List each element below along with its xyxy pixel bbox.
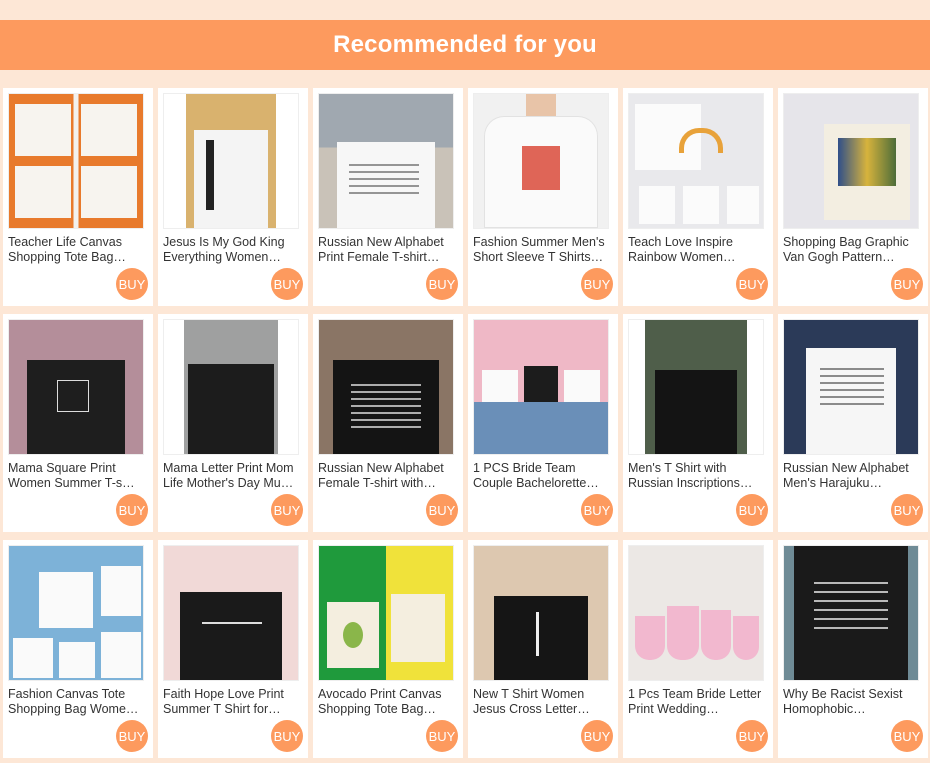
product-title[interactable]: Fashion Canvas Tote Shopping Bag Wome… — [8, 687, 146, 717]
buy-button[interactable]: BUY — [271, 720, 303, 752]
section-title: Recommended for you — [333, 31, 597, 58]
product-title[interactable]: Jesus Is My God King Everything Women… — [163, 235, 301, 265]
product-image[interactable] — [318, 319, 454, 455]
product-title[interactable]: New T Shirt Women Jesus Cross Letter… — [473, 687, 611, 717]
product-card[interactable]: Faith Hope Love Print Summer T Shirt for… — [158, 540, 308, 758]
product-title[interactable]: Teacher Life Canvas Shopping Tote Bag… — [8, 235, 146, 265]
top-strip — [0, 0, 930, 20]
buy-button[interactable]: BUY — [736, 720, 768, 752]
product-image[interactable] — [628, 545, 764, 681]
buy-button[interactable]: BUY — [426, 268, 458, 300]
buy-button[interactable]: BUY — [736, 494, 768, 526]
product-card[interactable]: Mama Letter Print Mom Life Mother's Day … — [158, 314, 308, 532]
buy-button[interactable]: BUY — [426, 720, 458, 752]
product-image[interactable] — [318, 545, 454, 681]
buy-button[interactable]: BUY — [581, 494, 613, 526]
product-title[interactable]: Avocado Print Canvas Shopping Tote Bag… — [318, 687, 456, 717]
product-grid: Teacher Life Canvas Shopping Tote Bag… B… — [3, 88, 928, 758]
product-card[interactable]: 1 PCS Bride Team Couple Bachelorette… BU… — [468, 314, 618, 532]
product-title[interactable]: Mama Square Print Women Summer T-s… — [8, 461, 146, 491]
product-title[interactable]: Teach Love Inspire Rainbow Women… — [628, 235, 766, 265]
buy-button[interactable]: BUY — [581, 268, 613, 300]
product-title[interactable]: 1 PCS Bride Team Couple Bachelorette… — [473, 461, 611, 491]
product-card[interactable]: Teach Love Inspire Rainbow Women… BUY — [623, 88, 773, 306]
product-image[interactable] — [163, 93, 299, 229]
product-card[interactable]: Fashion Summer Men's Short Sleeve T Shir… — [468, 88, 618, 306]
product-title[interactable]: Russian New Alphabet Men's Harajuku… — [783, 461, 921, 491]
product-card[interactable]: Avocado Print Canvas Shopping Tote Bag… … — [313, 540, 463, 758]
recommended-banner: Recommended for you — [0, 20, 930, 70]
product-card[interactable]: Russian New Alphabet Print Female T-shir… — [313, 88, 463, 306]
product-card[interactable]: 1 Pcs Team Bride Letter Print Wedding… B… — [623, 540, 773, 758]
buy-button[interactable]: BUY — [271, 494, 303, 526]
product-title[interactable]: Mama Letter Print Mom Life Mother's Day … — [163, 461, 301, 491]
product-image[interactable] — [473, 93, 609, 229]
product-title[interactable]: Faith Hope Love Print Summer T Shirt for… — [163, 687, 301, 717]
product-card[interactable]: Jesus Is My God King Everything Women… B… — [158, 88, 308, 306]
buy-button[interactable]: BUY — [426, 494, 458, 526]
product-title[interactable]: Why Be Racist Sexist Homophobic… — [783, 687, 921, 717]
buy-button[interactable]: BUY — [891, 494, 923, 526]
product-image[interactable] — [628, 319, 764, 455]
product-image[interactable] — [8, 93, 144, 229]
product-card[interactable]: Russian New Alphabet Female T-shirt with… — [313, 314, 463, 532]
buy-button[interactable]: BUY — [891, 268, 923, 300]
product-image[interactable] — [628, 93, 764, 229]
product-card[interactable]: New T Shirt Women Jesus Cross Letter… BU… — [468, 540, 618, 758]
product-image[interactable] — [8, 545, 144, 681]
product-image[interactable] — [783, 93, 919, 229]
product-title[interactable]: Russian New Alphabet Female T-shirt with… — [318, 461, 456, 491]
product-title[interactable]: Fashion Summer Men's Short Sleeve T Shir… — [473, 235, 611, 265]
product-card[interactable]: Why Be Racist Sexist Homophobic… BUY — [778, 540, 928, 758]
buy-button[interactable]: BUY — [116, 494, 148, 526]
buy-button[interactable]: BUY — [891, 720, 923, 752]
product-image[interactable] — [473, 319, 609, 455]
product-card[interactable]: Fashion Canvas Tote Shopping Bag Wome… B… — [3, 540, 153, 758]
product-image[interactable] — [783, 545, 919, 681]
product-card[interactable]: Russian New Alphabet Men's Harajuku… BUY — [778, 314, 928, 532]
product-title[interactable]: 1 Pcs Team Bride Letter Print Wedding… — [628, 687, 766, 717]
buy-button[interactable]: BUY — [116, 268, 148, 300]
product-card[interactable]: Teacher Life Canvas Shopping Tote Bag… B… — [3, 88, 153, 306]
buy-button[interactable]: BUY — [271, 268, 303, 300]
product-title[interactable]: Russian New Alphabet Print Female T-shir… — [318, 235, 456, 265]
buy-button[interactable]: BUY — [581, 720, 613, 752]
product-image[interactable] — [783, 319, 919, 455]
buy-button[interactable]: BUY — [736, 268, 768, 300]
buy-button[interactable]: BUY — [116, 720, 148, 752]
product-image[interactable] — [473, 545, 609, 681]
product-image[interactable] — [318, 93, 454, 229]
product-image[interactable] — [8, 319, 144, 455]
product-image[interactable] — [163, 545, 299, 681]
product-title[interactable]: Shopping Bag Graphic Van Gogh Pattern… — [783, 235, 921, 265]
product-card[interactable]: Men's T Shirt with Russian Inscriptions…… — [623, 314, 773, 532]
product-title[interactable]: Men's T Shirt with Russian Inscriptions… — [628, 461, 766, 491]
product-image[interactable] — [163, 319, 299, 455]
product-card[interactable]: Shopping Bag Graphic Van Gogh Pattern… B… — [778, 88, 928, 306]
product-card[interactable]: Mama Square Print Women Summer T-s… BUY — [3, 314, 153, 532]
